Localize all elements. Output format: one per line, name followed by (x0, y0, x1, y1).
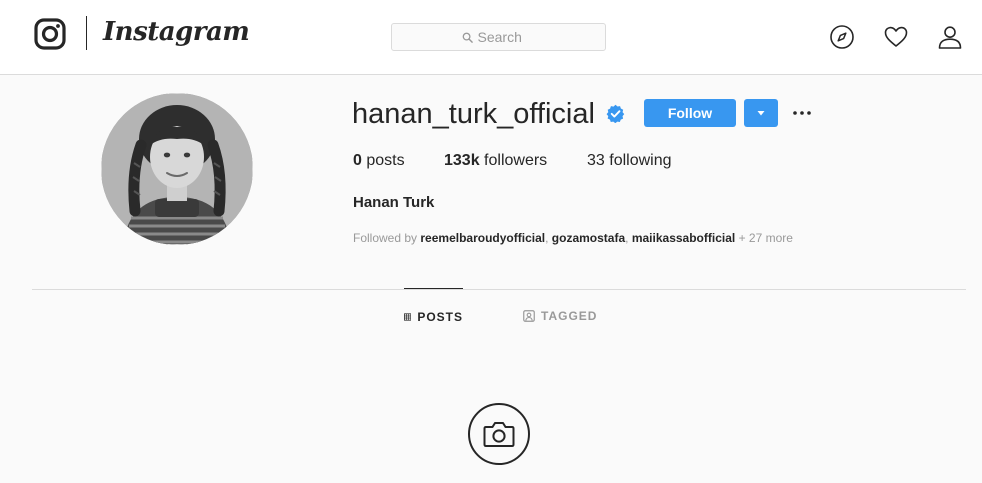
no-posts-placeholder (468, 403, 530, 465)
profile-full-name: Hanan Turk (353, 194, 435, 211)
followed-by-separator: , (625, 231, 629, 245)
tagged-icon (523, 310, 535, 322)
caret-down-icon (757, 111, 765, 116)
search-icon (462, 32, 473, 43)
followers-count: 133k (444, 152, 480, 169)
camera-icon (483, 422, 515, 447)
following-count: 33 (587, 152, 605, 169)
profile-username: hanan_turk_official (352, 98, 595, 130)
following-label: following (609, 152, 672, 169)
logo-divider (86, 16, 87, 50)
suggestions-dropdown-button[interactable] (744, 99, 778, 127)
tabs-divider (32, 289, 966, 290)
more-options-icon[interactable] (791, 103, 813, 123)
profile-person-icon[interactable] (937, 24, 963, 50)
followed-by-more-link[interactable]: + 27 more (739, 231, 793, 245)
follow-button[interactable]: Follow (644, 99, 736, 127)
posts-label: posts (366, 152, 405, 169)
stat-following[interactable]: 33 following (587, 152, 672, 170)
avatar-photo (101, 93, 253, 245)
followed-by-user[interactable]: gozamostafa (552, 231, 625, 245)
explore-compass-icon[interactable] (829, 24, 855, 50)
posts-count: 0 (353, 152, 362, 169)
tab-tagged[interactable]: TAGGED (523, 288, 597, 344)
followed-by-user[interactable]: reemelbaroudyofficial (420, 231, 545, 245)
followed-by-prefix: Followed by (353, 231, 418, 245)
instagram-wordmark[interactable]: Instagram (103, 17, 250, 47)
followed-by-user[interactable]: maiikassabofficial (632, 231, 735, 245)
followed-by-line: Followed by reemelbaroudyofficial, gozam… (353, 231, 793, 245)
followed-by-separator: , (545, 231, 549, 245)
tab-tagged-label: TAGGED (541, 309, 598, 323)
stat-posts: 0 posts (353, 152, 405, 170)
search-box[interactable] (391, 23, 606, 51)
stat-followers[interactable]: 133k followers (444, 152, 547, 170)
tab-posts[interactable]: POSTS (404, 288, 463, 344)
top-nav: Instagram (0, 0, 982, 75)
activity-heart-icon[interactable] (883, 24, 909, 50)
search-input[interactable] (477, 29, 536, 45)
followers-label: followers (484, 152, 548, 169)
grid-icon (404, 312, 412, 321)
instagram-logo-icon[interactable] (34, 18, 66, 50)
profile-avatar[interactable] (101, 93, 253, 245)
verified-badge-icon (606, 104, 625, 123)
tab-posts-label: POSTS (417, 309, 463, 324)
